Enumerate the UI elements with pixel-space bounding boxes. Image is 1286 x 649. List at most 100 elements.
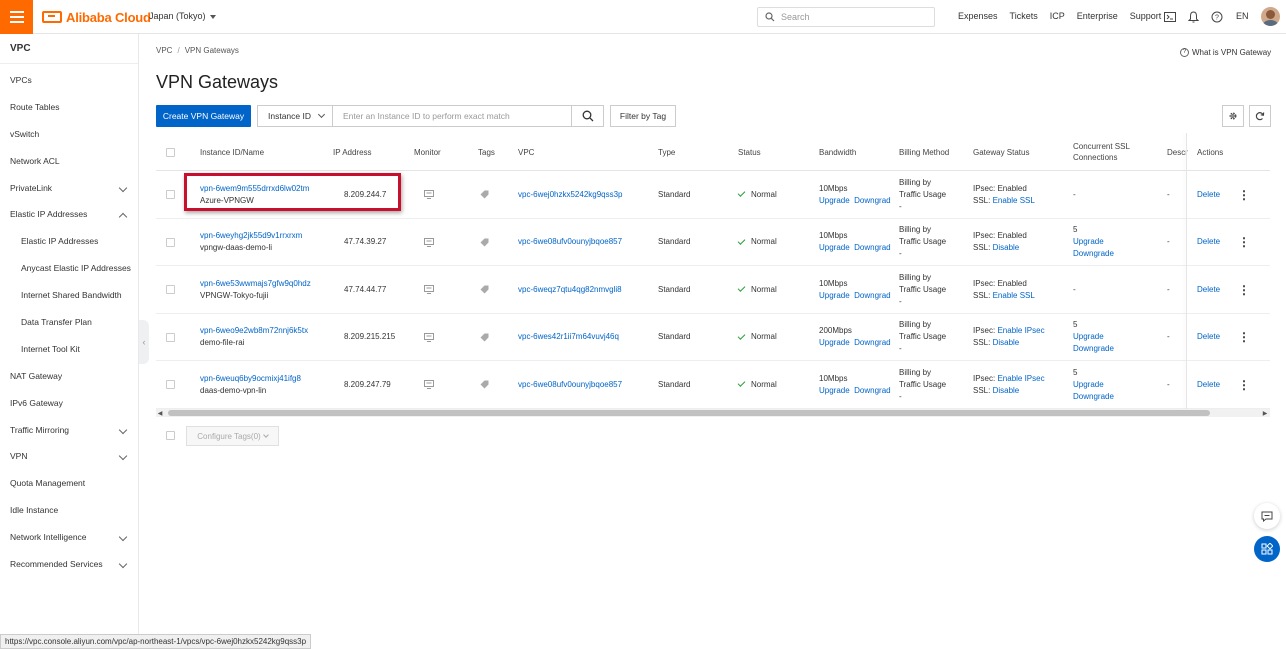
upgrade-link[interactable]: Upgrade [819, 291, 850, 300]
select-all-checkbox[interactable] [166, 147, 175, 157]
tag-icon[interactable] [480, 266, 489, 314]
sidebar-item-idle-instance[interactable]: Idle Instance [0, 497, 138, 524]
monitor-icon[interactable] [424, 314, 434, 362]
user-avatar[interactable] [1261, 7, 1280, 26]
enable-ssl-link[interactable]: Enable SSL [993, 196, 1035, 205]
tag-icon[interactable] [480, 171, 489, 219]
sidebar-item-route-tables[interactable]: Route Tables [0, 94, 138, 121]
sidebar-item-network-acl[interactable]: Network ACL [0, 148, 138, 175]
sidebar-item-vpcs[interactable]: VPCs [0, 67, 138, 94]
disable-ssl-link[interactable]: Disable [993, 386, 1020, 395]
tag-icon[interactable] [480, 219, 489, 267]
enable-ipsec-link[interactable]: Enable IPsec [997, 326, 1044, 335]
vpc-link[interactable]: vpc-6we08ufv0ounyjbqoe857 [518, 379, 622, 391]
sidebar-item-anycast-eip[interactable]: Anycast Elastic IP Addresses [0, 255, 138, 282]
refresh-button[interactable] [1249, 105, 1271, 127]
menu-icon[interactable] [0, 0, 33, 34]
sidebar-item-recommended-services[interactable]: Recommended Services [0, 551, 138, 578]
more-actions-icon[interactable]: ⋮ [1238, 189, 1250, 201]
more-actions-icon[interactable]: ⋮ [1238, 379, 1250, 391]
row-checkbox[interactable] [166, 190, 175, 200]
downgrade-link[interactable]: Downgrade [854, 386, 891, 395]
alibaba-cloud-logo[interactable]: Alibaba Cloud [42, 9, 151, 25]
instance-id-search-input[interactable]: Enter an Instance ID to perform exact ma… [332, 105, 572, 127]
sidebar-item-internet-tool-kit[interactable]: Internet Tool Kit [0, 336, 138, 363]
sidebar-item-vpn[interactable]: VPN [0, 443, 138, 470]
sidebar-item-elastic-ip-addresses[interactable]: Elastic IP Addresses [0, 228, 138, 255]
upgrade-link[interactable]: Upgrade [819, 243, 850, 252]
delete-link[interactable]: Delete [1197, 284, 1220, 296]
sidebar-collapse-handle[interactable]: ‹ [139, 320, 149, 364]
ssl-upgrade-link[interactable]: Upgrade [1073, 331, 1114, 343]
ssl-downgrade-link[interactable]: Downgrade [1073, 343, 1114, 355]
instance-id-link[interactable]: vpn-6weyhg2jk55d9v1rrxrxm [200, 230, 302, 242]
sidebar-item-network-intelligence[interactable]: Network Intelligence [0, 524, 138, 551]
notification-bell-icon[interactable] [1186, 10, 1200, 24]
instance-id-link[interactable]: vpn-6we53wwmajs7gfw9q0hdz [200, 278, 311, 290]
sidebar-item-ipv6-gateway[interactable]: IPv6 Gateway [0, 390, 138, 417]
downgrade-link[interactable]: Downgrade [854, 243, 891, 252]
more-actions-icon[interactable]: ⋮ [1238, 331, 1250, 343]
vpc-link[interactable]: vpc-6wes42r1ii7m64vuvj46q [518, 331, 619, 343]
tag-icon[interactable] [480, 314, 489, 362]
vpc-link[interactable]: vpc-6wej0hzkx5242kg9qss3p [518, 189, 623, 201]
tickets-link[interactable]: Tickets [1010, 11, 1038, 21]
monitor-icon[interactable] [424, 361, 434, 409]
language-selector[interactable]: EN [1236, 11, 1249, 21]
more-actions-icon[interactable]: ⋮ [1238, 284, 1250, 296]
row-checkbox[interactable] [166, 332, 175, 342]
delete-link[interactable]: Delete [1197, 331, 1220, 343]
upgrade-link[interactable]: Upgrade [819, 338, 850, 347]
delete-link[interactable]: Delete [1197, 379, 1220, 391]
sidebar-item-traffic-mirroring[interactable]: Traffic Mirroring [0, 417, 138, 444]
downgrade-link[interactable]: Downgrade [854, 196, 891, 205]
expenses-link[interactable]: Expenses [958, 11, 998, 21]
sidebar-item-privatelink[interactable]: PrivateLink [0, 175, 138, 202]
sidebar-item-data-transfer-plan[interactable]: Data Transfer Plan [0, 309, 138, 336]
ssl-downgrade-link[interactable]: Downgrade [1073, 391, 1114, 403]
scroll-left-icon[interactable]: ◀ [156, 409, 164, 417]
ssl-upgrade-link[interactable]: Upgrade [1073, 379, 1114, 391]
support-link[interactable]: Support [1130, 11, 1162, 21]
monitor-icon[interactable] [424, 171, 434, 219]
help-icon[interactable]: ? [1210, 10, 1224, 24]
region-selector[interactable]: Japan (Tokyo) [149, 11, 216, 21]
global-search-input[interactable]: Search [757, 7, 935, 27]
filter-field-select[interactable]: Instance ID [257, 105, 333, 127]
sidebar-item-vswitch[interactable]: vSwitch [0, 121, 138, 148]
enable-ipsec-link[interactable]: Enable IPsec [997, 374, 1044, 383]
what-is-vpn-gateway-link[interactable]: ? What is VPN Gateway [1180, 48, 1271, 57]
scrollbar-thumb[interactable] [168, 410, 1210, 416]
monitor-icon[interactable] [424, 219, 434, 267]
feedback-chat-button[interactable] [1254, 503, 1280, 529]
instance-id-link[interactable]: vpn-6weo9e2wb8m72nnj6k5tx [200, 325, 308, 337]
vpc-link[interactable]: vpc-6we08ufv0ounyjbqoe857 [518, 236, 622, 248]
sidebar-item-elastic-ip-group[interactable]: Elastic IP Addresses [0, 201, 138, 228]
tag-icon[interactable] [480, 361, 489, 409]
icp-link[interactable]: ICP [1050, 11, 1065, 21]
apps-button[interactable] [1254, 536, 1280, 562]
downgrade-link[interactable]: Downgrade [854, 338, 891, 347]
sidebar-item-quota-management[interactable]: Quota Management [0, 470, 138, 497]
enterprise-link[interactable]: Enterprise [1077, 11, 1118, 21]
ssl-upgrade-link[interactable]: Upgrade [1073, 236, 1114, 248]
ssl-downgrade-link[interactable]: Downgrade [1073, 248, 1114, 260]
row-checkbox[interactable] [166, 285, 175, 295]
sidebar-item-nat-gateway[interactable]: NAT Gateway [0, 363, 138, 390]
filter-by-tag-button[interactable]: Filter by Tag [610, 105, 676, 127]
breadcrumb-vpc[interactable]: VPC [156, 46, 172, 55]
disable-ssl-link[interactable]: Disable [993, 243, 1020, 252]
create-vpn-gateway-button[interactable]: Create VPN Gateway [156, 105, 251, 127]
settings-button[interactable] [1222, 105, 1244, 127]
disable-ssl-link[interactable]: Disable [993, 338, 1020, 347]
enable-ssl-link[interactable]: Enable SSL [993, 291, 1035, 300]
instance-id-link[interactable]: vpn-6weuq6by9ocmixj41ifg8 [200, 373, 301, 385]
more-actions-icon[interactable]: ⋮ [1238, 236, 1250, 248]
delete-link[interactable]: Delete [1197, 236, 1220, 248]
upgrade-link[interactable]: Upgrade [819, 196, 850, 205]
instance-id-link[interactable]: vpn-6wem9m555drrxd6lw02tm [200, 183, 309, 195]
footer-select-all-checkbox[interactable] [166, 431, 175, 440]
row-checkbox[interactable] [166, 237, 175, 247]
search-button[interactable] [571, 105, 604, 127]
scroll-right-icon[interactable]: ▶ [1261, 409, 1269, 417]
